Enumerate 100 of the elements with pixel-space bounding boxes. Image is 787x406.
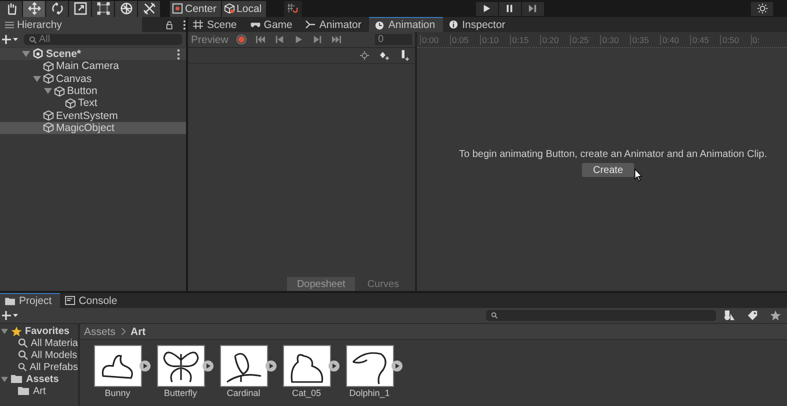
asset-name[interactable]: Butterfly: [164, 388, 197, 398]
pivot-toggle-button[interactable]: Center: [170, 0, 221, 16]
grid-icon[interactable]: [193, 20, 204, 29]
expand-arrow-icon[interactable]: [22, 50, 30, 58]
next-key-icon[interactable]: [312, 35, 324, 44]
add-dropdown-icon[interactable]: [2, 34, 18, 44]
panel-tab[interactable]: Animator: [300, 17, 370, 32]
add-dropdown-icon[interactable]: [2, 310, 18, 320]
sidebar-item[interactable]: All Models: [0, 349, 78, 361]
grid-snap-button[interactable]: [284, 0, 302, 16]
asset-name[interactable]: Bunny: [104, 388, 130, 398]
play-icon[interactable]: [265, 360, 277, 372]
last-key-icon[interactable]: [331, 35, 342, 44]
more-options-icon[interactable]: [177, 48, 180, 60]
search-field[interactable]: [486, 310, 716, 321]
tool-button[interactable]: [0, 0, 22, 16]
previous-key-icon[interactable]: [274, 35, 286, 44]
asset-name[interactable]: Cat_05: [292, 388, 322, 398]
lock-icon[interactable]: [166, 21, 174, 30]
breadcrumb-link[interactable]: Art: [130, 326, 146, 338]
grid-magnet-icon[interactable]: [287, 3, 298, 14]
sidebar-item[interactable]: All Prefabs: [0, 361, 78, 373]
animator-icon[interactable]: [305, 20, 316, 29]
rect-transform-icon[interactable]: [96, 2, 110, 15]
timeline-tick-label: 0:25: [570, 34, 589, 44]
clock-icon[interactable]: [374, 20, 386, 30]
play-button[interactable]: [476, 2, 498, 16]
tool-button[interactable]: [23, 0, 45, 16]
pause-button[interactable]: [498, 2, 521, 16]
create-button[interactable]: Create: [582, 163, 634, 177]
transform-icon[interactable]: [120, 2, 132, 15]
expand-arrow-icon[interactable]: [44, 87, 52, 96]
breadcrumb-link[interactable]: Assets: [84, 326, 116, 338]
panel-tab[interactable]: Project: [0, 293, 60, 308]
hierarchy-item[interactable]: MagicObject: [0, 122, 186, 134]
expand-arrow-icon[interactable]: [33, 74, 41, 83]
sketch-thumbnail[interactable]: [346, 345, 394, 387]
sketch-thumbnail[interactable]: [283, 345, 331, 387]
expand-arrow-icon[interactable]: [1, 328, 8, 334]
rotate-icon[interactable]: [50, 2, 64, 15]
sidebar-item[interactable]: Art: [0, 385, 78, 397]
sidebar-item[interactable]: Favorites: [0, 325, 78, 337]
play-icon[interactable]: [202, 360, 214, 372]
panel-tab[interactable]: Console: [60, 293, 126, 308]
panel-tab[interactable]: Animation: [369, 17, 444, 32]
tool-button[interactable]: [138, 0, 160, 16]
search-field[interactable]: All: [24, 34, 182, 45]
gamepad-icon[interactable]: [250, 20, 261, 29]
cube-icon[interactable]: [224, 3, 235, 14]
hierarchy-item[interactable]: Main Camera: [0, 60, 186, 73]
cube-icon: [43, 110, 54, 122]
lighting-button[interactable]: [751, 2, 773, 16]
list-icon[interactable]: [5, 20, 14, 28]
pivot-center-icon[interactable]: [172, 3, 183, 14]
tool-button[interactable]: [92, 0, 114, 16]
sun-icon[interactable]: [756, 3, 768, 14]
panel-tab[interactable]: Scene: [188, 17, 245, 32]
hierarchy-item[interactable]: Scene*: [0, 48, 186, 60]
filter-by-type-icon[interactable]: [724, 310, 735, 321]
play-icon[interactable]: [328, 360, 340, 372]
pause-icon[interactable]: [505, 4, 514, 13]
record-icon[interactable]: [236, 34, 248, 45]
step-icon[interactable]: [528, 4, 538, 13]
add-keyframe-icon[interactable]: [379, 51, 390, 60]
tool-button[interactable]: [69, 0, 91, 16]
expand-arrow-icon[interactable]: [1, 376, 8, 382]
play-icon[interactable]: [482, 4, 492, 13]
keyframe-filter-icon[interactable]: [360, 51, 369, 60]
hierarchy-item[interactable]: Canvas: [0, 72, 186, 85]
tool-button[interactable]: [115, 0, 137, 16]
hierarchy-item[interactable]: Text: [0, 97, 186, 110]
first-key-icon[interactable]: [255, 35, 266, 44]
tag-icon[interactable]: [747, 310, 758, 321]
sketch-thumbnail[interactable]: [157, 345, 205, 387]
sketch-thumbnail[interactable]: [220, 345, 268, 387]
asset-name[interactable]: Cardinal: [226, 388, 260, 398]
hierarchy-item[interactable]: EventSystem: [0, 109, 186, 122]
hierarchy-item[interactable]: Button: [0, 84, 186, 98]
move-icon[interactable]: [28, 2, 40, 15]
frame-field[interactable]: 0: [375, 34, 412, 45]
star-icon[interactable]: [770, 310, 781, 321]
play-icon[interactable]: [391, 360, 403, 372]
tools-icon[interactable]: [142, 2, 156, 15]
add-event-icon[interactable]: [400, 50, 409, 61]
step-button[interactable]: [522, 2, 544, 16]
play-icon[interactable]: [139, 360, 151, 372]
console-icon[interactable]: [64, 296, 76, 305]
more-options-icon[interactable]: [183, 20, 186, 30]
tool-button[interactable]: [46, 0, 68, 16]
scale-icon[interactable]: [74, 2, 86, 15]
sidebar-item[interactable]: All Materia: [0, 337, 78, 349]
info-icon[interactable]: [448, 20, 460, 29]
pivot-toggle-button[interactable]: Local: [222, 0, 266, 16]
sidebar-item[interactable]: Assets: [0, 373, 78, 385]
panel-tab[interactable]: Inspector: [443, 17, 514, 32]
hierarchy-tab[interactable]: Hierarchy: [0, 17, 142, 32]
sketch-thumbnail[interactable]: [94, 345, 142, 387]
asset-name[interactable]: Dolphin_1: [349, 388, 390, 398]
folder-icon[interactable]: [5, 296, 16, 306]
panel-tab[interactable]: Game: [244, 17, 300, 32]
